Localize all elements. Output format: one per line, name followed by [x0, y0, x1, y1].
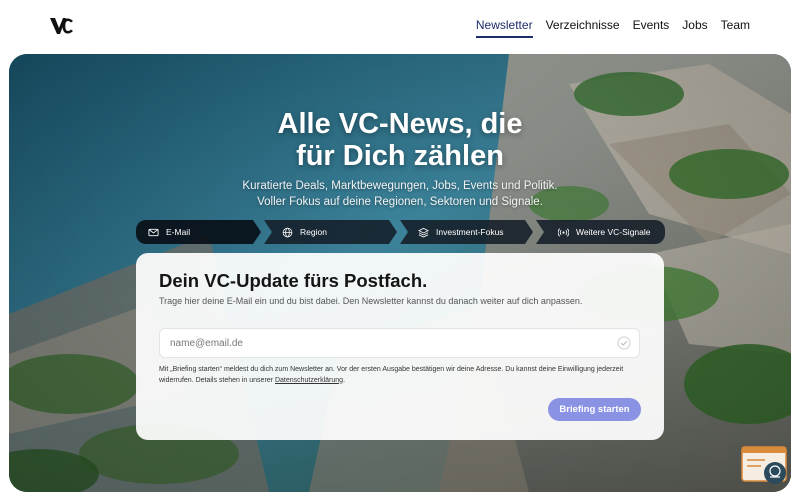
hero-subtitle: Kuratierte Deals, Marktbewegungen, Jobs,…	[9, 178, 791, 210]
legal-end: .	[343, 376, 346, 384]
check-circle-icon	[617, 336, 631, 350]
chat-widget-icon[interactable]	[741, 446, 789, 486]
nav-jobs[interactable]: Jobs	[682, 18, 707, 38]
hero-subtitle-line2: Voller Fokus auf deine Regionen, Sektore…	[257, 196, 543, 208]
hero-headline-line1: Alle VC-News, die	[277, 108, 523, 140]
globe-icon	[282, 227, 293, 237]
tab-weitere-vc-signale-label: Weitere VC-Signale	[576, 227, 651, 237]
email-field[interactable]	[159, 328, 640, 358]
tab-email[interactable]: E-Mail	[136, 220, 261, 244]
signup-title: Dein VC-Update fürs Postfach.	[159, 270, 428, 291]
nav-verzeichnisse[interactable]: Verzeichnisse	[546, 18, 620, 38]
top-bar: Newsletter Verzeichnisse Events Jobs Tea…	[0, 0, 800, 52]
nav-events[interactable]: Events	[633, 18, 670, 38]
tab-weitere-vc-signale[interactable]: Weitere VC-Signale	[536, 220, 665, 244]
signup-card: Dein VC-Update fürs Postfach. Trage hier…	[136, 253, 664, 440]
vc-logo[interactable]	[50, 16, 74, 36]
layers-icon	[418, 227, 429, 237]
legal-notice: Mit „Briefing starten“ meldest du dich z…	[159, 365, 649, 386]
tab-region[interactable]: Region	[264, 220, 397, 244]
privacy-policy-link[interactable]: Datenschutzerklärung	[275, 377, 343, 384]
hero-headline-line2: für Dich zählen	[296, 140, 504, 172]
briefing-starten-button[interactable]: Briefing starten	[548, 398, 641, 421]
hero-section: Alle VC-News, die für Dich zählen Kurati…	[9, 54, 791, 492]
signal-icon	[558, 227, 569, 237]
mail-icon	[148, 228, 159, 236]
tab-investment-fokus[interactable]: Investment-Fokus	[400, 220, 533, 244]
main-nav: Newsletter Verzeichnisse Events Jobs Tea…	[475, 18, 750, 38]
tab-investment-fokus-label: Investment-Fokus	[436, 227, 504, 237]
signup-description: Trage hier deine E-Mail ein und du bist …	[159, 296, 583, 306]
tab-email-label: E-Mail	[166, 227, 191, 237]
tab-region-label: Region	[300, 227, 327, 237]
nav-team[interactable]: Team	[721, 18, 750, 38]
legal-text: Mit „Briefing starten“ meldest du dich z…	[159, 366, 624, 384]
nav-newsletter[interactable]: Newsletter	[475, 18, 533, 38]
hero-headline: Alle VC-News, die für Dich zählen	[9, 108, 791, 172]
hero-subtitle-line1: Kuratierte Deals, Marktbewegungen, Jobs,…	[242, 180, 558, 192]
signup-steps: E-Mail Region Investment-Fokus Weitere V…	[136, 220, 665, 244]
